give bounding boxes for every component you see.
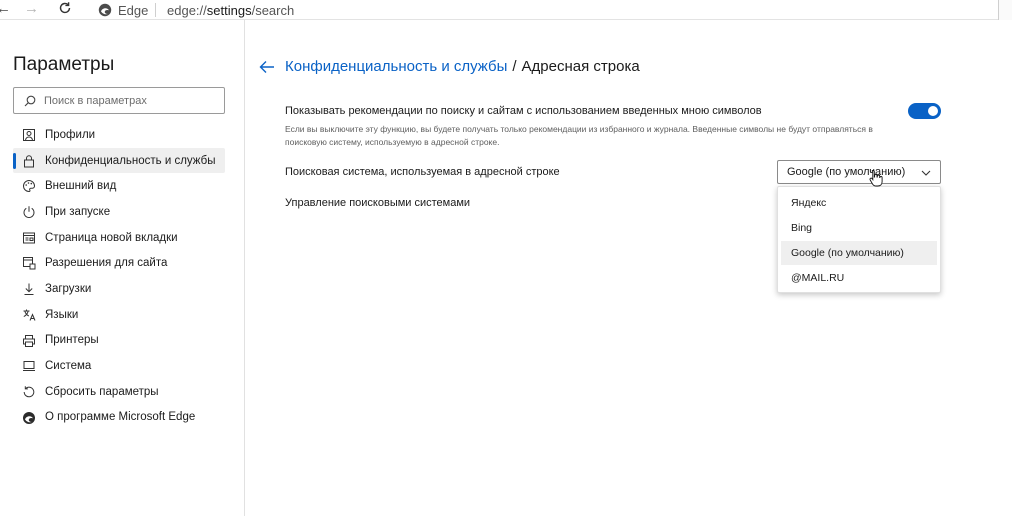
sidebar-item-reset[interactable]: Сбросить параметры [13,379,225,405]
search-engine-dropdown: Яндекс Bing Google (по умолчанию) @MAIL.… [777,186,941,293]
sidebar-item-label: Система [45,360,92,373]
sidebar-item-languages[interactable]: Языки [13,302,225,328]
sidebar-item-label: Разрешения для сайта [45,257,168,270]
main-content: Конфиденциальность и службы / Адресная с… [246,20,1012,516]
new-tab-icon [22,231,36,245]
address-bar[interactable]: edge://settings/search [167,3,294,18]
sidebar-item-label: Профили [45,128,96,141]
reset-icon [22,385,36,399]
back-icon[interactable]: ← [0,1,11,17]
breadcrumb-separator: / [512,58,517,75]
reload-icon[interactable] [58,1,72,19]
sidebar-item-label: Сбросить параметры [45,385,159,398]
suggestions-setting-title: Показывать рекомендации по поиску и сайт… [285,105,762,117]
dropdown-option-bing[interactable]: Bing [781,216,937,240]
browser-app-name: Edge [118,3,149,18]
url-prefix: edge:// [167,3,207,18]
breadcrumb-parent-link[interactable]: Конфиденциальность и службы [285,58,507,75]
browser-toolbar: ← → Edge edge://settings/search [0,0,1012,20]
sidebar-item-label: Внешний вид [45,180,117,193]
sidebar-item-downloads[interactable]: Загрузки [13,276,225,302]
settings-search-box[interactable] [13,87,225,114]
breadcrumb: Конфиденциальность и службы / Адресная с… [259,58,640,75]
manage-search-engines-link[interactable]: Управление поисковыми системами [285,197,470,209]
suggestions-toggle[interactable] [908,103,941,119]
sidebar: Параметры Профили Конфиденциальность и с… [0,20,245,516]
profile-icon [22,128,36,142]
sidebar-item-printers[interactable]: Принтеры [13,328,225,354]
sidebar-item-label: О программе Microsoft Edge [45,411,196,424]
back-arrow-icon[interactable] [259,60,277,74]
sidebar-item-privacy[interactable]: Конфиденциальность и службы [13,147,225,174]
sidebar-item-label: Принтеры [45,334,99,347]
hand-cursor-icon [869,169,883,192]
search-icon [24,94,36,112]
forward-icon[interactable]: → [24,1,39,17]
sidebar-item-profiles[interactable]: Профили [13,122,225,148]
page-title: Адресная строка [521,58,640,75]
edge-logo-icon [22,411,36,425]
power-icon [22,205,36,219]
sidebar-item-appearance[interactable]: Внешний вид [13,173,225,199]
dropdown-option-google[interactable]: Google (по умолчанию) [781,241,937,265]
sidebar-item-label: Конфиденциальность и службы [45,154,216,167]
sidebar-item-system[interactable]: Система [13,353,225,379]
sidebar-title: Параметры [13,54,115,75]
sidebar-item-about[interactable]: О программе Microsoft Edge [13,405,225,431]
download-icon [22,282,36,296]
sidebar-item-label: Страница новой вкладки [45,231,178,244]
sidebar-item-new-tab[interactable]: Страница новой вкладки [13,225,225,251]
suggestions-setting-description: Если вы выключите эту функцию, вы будете… [285,124,873,147]
search-input[interactable] [44,91,219,110]
system-icon [22,359,36,373]
url-main: settings [206,3,252,18]
sidebar-item-label: При запуске [45,205,111,218]
url-suffix: /search [251,3,295,18]
search-engine-label: Поисковая система, используемая в адресн… [285,166,560,178]
sidebar-item-site-permissions[interactable]: Разрешения для сайта [13,250,225,276]
toolbar-edge-panel [998,0,1012,20]
palette-icon [22,179,36,193]
printer-icon [22,334,36,348]
dropdown-option-mailru[interactable]: @MAIL.RU [781,266,937,290]
search-engine-select[interactable]: Google (по умолчанию) [777,160,941,184]
address-separator [155,3,156,17]
toggle-knob [928,106,938,116]
languages-icon [22,308,36,322]
dropdown-option-yandex[interactable]: Яндекс [781,191,937,215]
sidebar-nav: Профили Конфиденциальность и службы Внеш… [13,122,225,430]
site-permissions-icon [22,256,36,270]
lock-icon [22,154,36,168]
sidebar-item-label: Загрузки [45,282,92,295]
sidebar-item-label: Языки [45,308,79,321]
search-engine-selected-value: Google (по умолчанию) [787,166,906,178]
chevron-down-icon [921,168,931,180]
sidebar-item-startup[interactable]: При запуске [13,199,225,225]
